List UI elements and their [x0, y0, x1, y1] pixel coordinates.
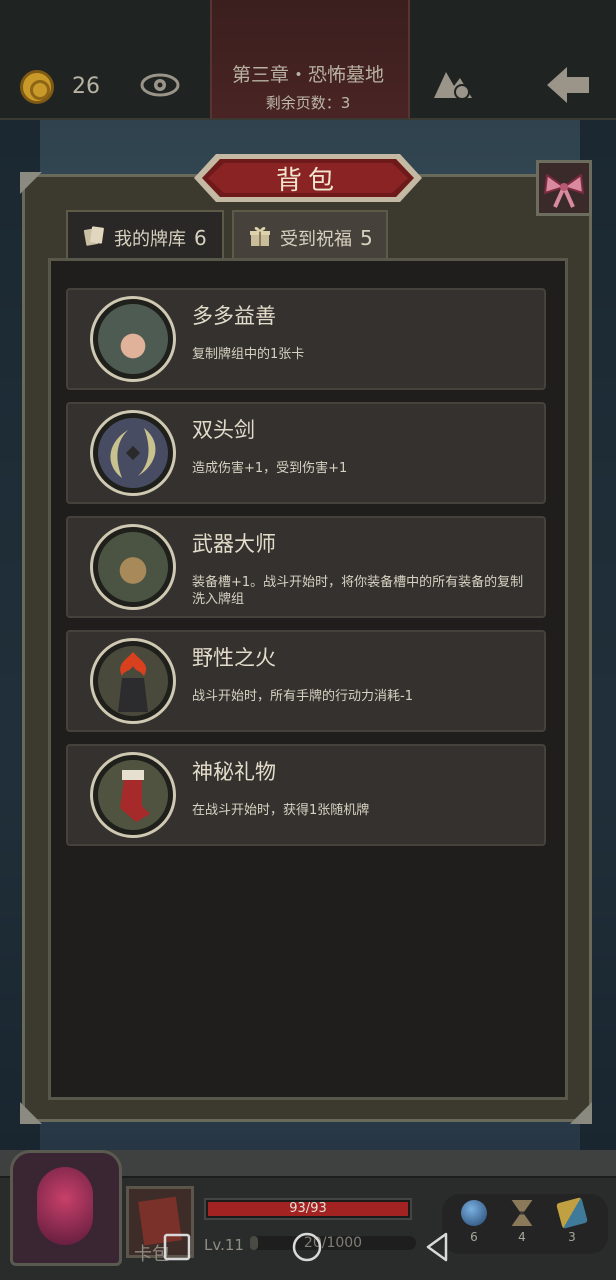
tab-label: 我的牌库 — [114, 229, 186, 250]
gift-button[interactable] — [536, 160, 592, 216]
chapter-title: 第三章・恐怖墓地 — [231, 64, 384, 86]
blessing-name: 神秘礼物 — [192, 760, 276, 784]
wild-fire-icon — [90, 638, 176, 724]
pages-remaining: 剩余页数：3 — [265, 94, 351, 112]
panel-title: 背包 — [275, 166, 340, 196]
weapon-master-icon — [90, 524, 176, 610]
tab-my-deck[interactable]: 我的牌库 6 — [66, 210, 224, 260]
fire-shape — [118, 652, 148, 712]
blessing-item[interactable]: 野性之火 战斗开始时，所有手牌的行动力消耗-1 — [66, 630, 546, 732]
recents-icon[interactable] — [160, 1230, 194, 1264]
double-blade-icon — [90, 410, 176, 496]
cards-icon — [83, 226, 104, 246]
hand-cards-icon — [90, 296, 176, 382]
blade-shape — [110, 428, 156, 478]
blessing-name: 双头剑 — [192, 418, 255, 442]
blessing-item[interactable]: 多多益善 复制牌组中的1张卡 — [66, 288, 546, 390]
blessing-item[interactable]: 武器大师 装备槽+1。战斗开始时，将你装备槽中的所有装备的复制洗入牌组 — [66, 516, 546, 618]
tab-label: 受到祝福 — [280, 229, 352, 250]
back-nav-icon[interactable] — [420, 1230, 454, 1264]
blessing-name: 野性之火 — [192, 646, 276, 670]
back-arrow-icon[interactable] — [545, 64, 591, 106]
map-icon[interactable] — [432, 64, 474, 104]
coin-count: 26 — [72, 74, 100, 99]
blessing-name: 武器大师 — [192, 532, 276, 556]
stocking-gift-icon — [90, 752, 176, 838]
tab-count: 6 — [194, 226, 207, 250]
blessing-name: 多多益善 — [192, 304, 276, 328]
blessing-desc: 战斗开始时，所有手牌的行动力消耗-1 — [192, 689, 413, 704]
eye-icon[interactable] — [140, 68, 180, 102]
blessing-desc: 装备槽+1。战斗开始时，将你装备槽中的所有装备的复制洗入牌组 — [192, 575, 524, 607]
coin-icon — [20, 70, 54, 104]
blessing-desc: 造成伤害+1，受到伤害+1 — [192, 461, 348, 476]
blessing-desc: 复制牌组中的1张卡 — [192, 347, 305, 362]
gift-box-icon — [250, 227, 270, 246]
tab-count: 5 — [360, 226, 373, 250]
stocking-shape — [120, 770, 150, 822]
blessing-desc: 在战斗开始时，获得1张随机牌 — [192, 803, 370, 818]
tab-blessings[interactable]: 受到祝福 5 — [232, 210, 388, 260]
blessing-item[interactable]: 双头剑 造成伤害+1，受到伤害+1 — [66, 402, 546, 504]
home-icon[interactable] — [290, 1230, 324, 1264]
blessing-item[interactable]: 神秘礼物 在战斗开始时，获得1张随机牌 — [66, 744, 546, 846]
bow-icon — [543, 173, 585, 208]
hp-text: 93/93 — [289, 1201, 327, 1216]
